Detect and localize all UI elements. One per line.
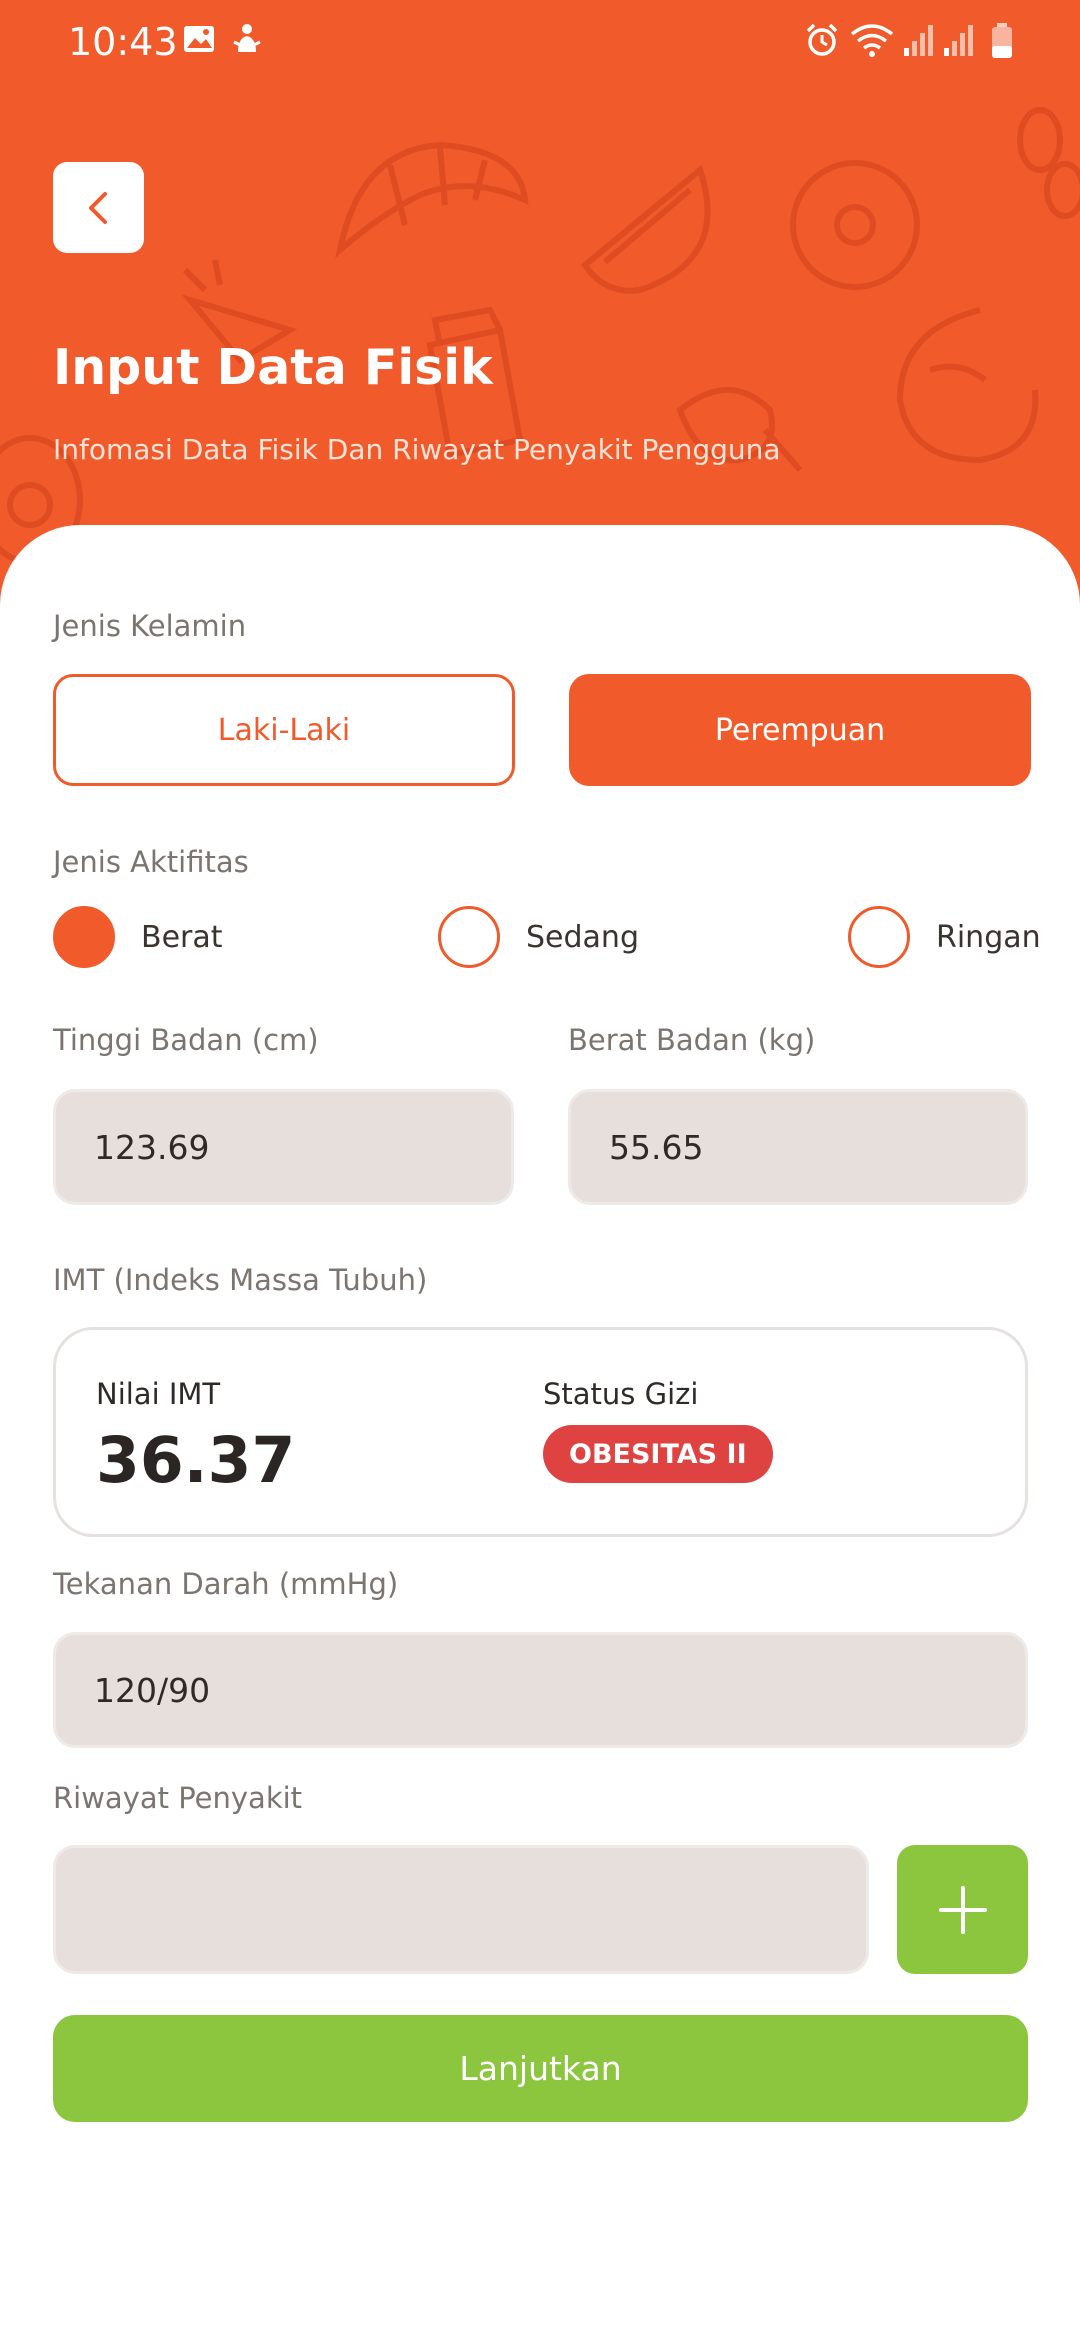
status-bar: 10:43 (0, 0, 1080, 84)
signal-icon (904, 25, 933, 56)
plus-icon (938, 1885, 987, 1934)
activity-option-sedang[interactable]: Sedang (438, 906, 639, 968)
activity-option-ringan[interactable]: Ringan (848, 906, 1041, 968)
radio-button[interactable] (848, 906, 910, 968)
status-badge: OBESITAS II (543, 1425, 773, 1483)
weight-input[interactable]: 55.65 (568, 1089, 1028, 1205)
activity-option-label: Berat (141, 919, 223, 955)
gender-option-male[interactable]: Laki-Laki (53, 674, 515, 786)
chevron-left-icon (88, 191, 107, 224)
disease-history-label: Riwayat Penyakit (53, 1781, 303, 1815)
activity-label: Jenis Aktifitas (53, 845, 249, 879)
imt-value: 36.37 (96, 1424, 296, 1497)
gender-option-female[interactable]: Perempuan (569, 674, 1031, 786)
blood-pressure-input[interactable]: 120/90 (53, 1632, 1028, 1748)
disease-history-input[interactable] (53, 1845, 869, 1974)
imt-label: IMT (Indeks Massa Tubuh) (53, 1263, 428, 1297)
activity-option-berat[interactable]: Berat (53, 906, 223, 968)
battery-icon (992, 23, 1012, 58)
radio-button[interactable] (438, 906, 500, 968)
page-title: Input Data Fisik (53, 339, 493, 396)
wifi-icon (850, 24, 894, 57)
height-input[interactable]: 123.69 (53, 1089, 514, 1205)
back-button[interactable] (53, 162, 144, 253)
add-disease-button[interactable] (897, 1845, 1028, 1974)
weight-label: Berat Badan (kg) (568, 1023, 816, 1057)
continue-button[interactable]: Lanjutkan (53, 2015, 1028, 2122)
notification-icon (233, 24, 261, 52)
page-subtitle: Infomasi Data Fisik Dan Riwayat Penyakit… (53, 433, 781, 466)
activity-option-label: Sedang (526, 919, 639, 955)
status-time: 10:43 (68, 20, 178, 64)
blood-pressure-label: Tekanan Darah (mmHg) (53, 1567, 399, 1601)
imt-card: Nilai IMT 36.37 Status Gizi OBESITAS II (53, 1327, 1028, 1537)
height-label: Tinggi Badan (cm) (53, 1023, 319, 1057)
image-icon (184, 26, 214, 52)
radio-button-selected[interactable] (53, 906, 115, 968)
imt-value-label: Nilai IMT (96, 1377, 221, 1411)
gender-label: Jenis Kelamin (53, 609, 247, 643)
signal-icon (944, 25, 973, 56)
nutrition-status-label: Status Gizi (543, 1377, 699, 1411)
alarm-icon (806, 23, 838, 56)
activity-option-label: Ringan (936, 919, 1041, 955)
